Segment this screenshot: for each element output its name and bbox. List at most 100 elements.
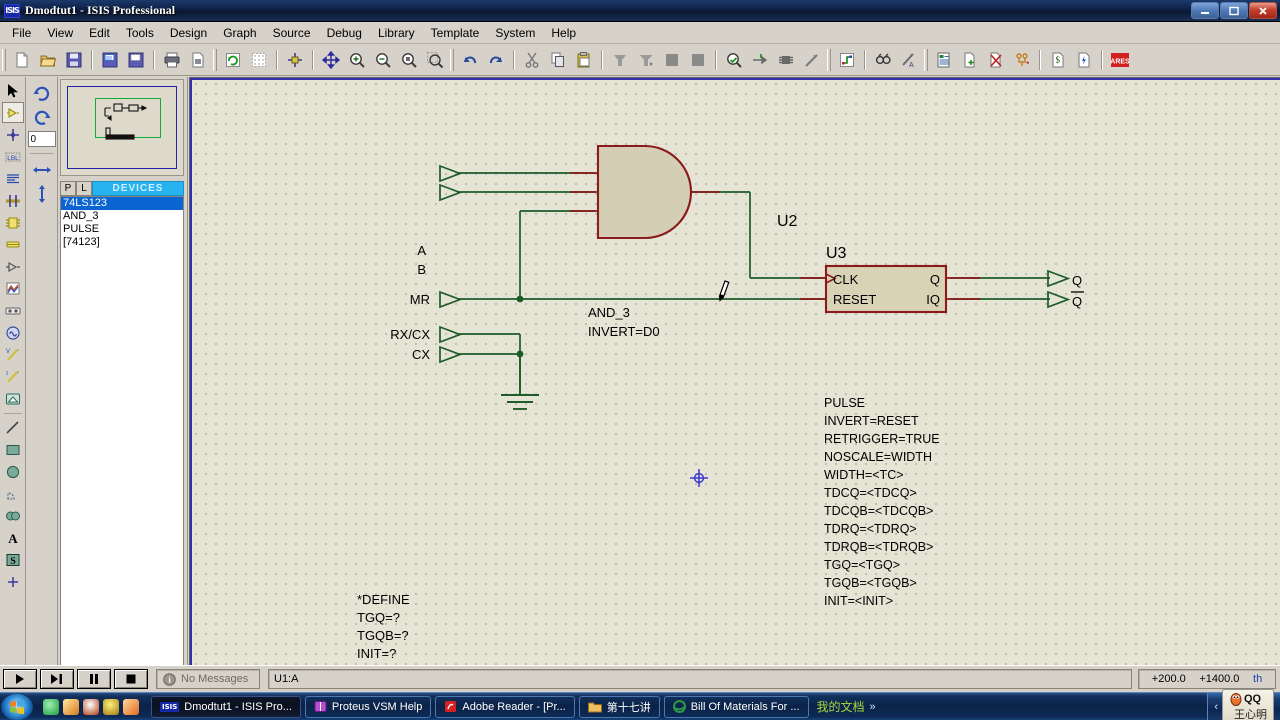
wire-label-mode-button[interactable]: LBL — [2, 146, 24, 167]
subcircuit-mode-button[interactable] — [2, 212, 24, 233]
toggle-grid-icon[interactable] — [247, 48, 271, 72]
menu-item-graph[interactable]: Graph — [215, 24, 264, 42]
qq-penguin-icon[interactable] — [83, 698, 99, 715]
goto-sheet-icon[interactable] — [1010, 48, 1034, 72]
buses-mode-button[interactable] — [2, 190, 24, 211]
taskbar-item-isis[interactable]: ISIS Dmodtut1 - ISIS Pro... — [151, 695, 301, 718]
preview-window[interactable] — [60, 79, 184, 176]
ground-symbol[interactable] — [501, 354, 539, 410]
block-move-icon[interactable] — [634, 48, 658, 72]
start-button[interactable] — [1, 693, 33, 720]
taskbar-item-mydocs[interactable]: 我的文档 » — [813, 698, 880, 715]
list-item[interactable]: AND_3 — [61, 210, 183, 223]
list-item[interactable]: PULSE — [61, 223, 183, 236]
pick-device-icon[interactable] — [722, 48, 746, 72]
menu-item-tools[interactable]: Tools — [118, 24, 162, 42]
device-pins-mode-button[interactable] — [2, 256, 24, 277]
folder-icon[interactable] — [123, 698, 139, 715]
new-sheet-icon[interactable] — [958, 48, 982, 72]
2d-symbol-mode-button[interactable]: S — [2, 549, 24, 570]
bill-of-materials-icon[interactable]: $ — [1046, 48, 1070, 72]
decompose-icon[interactable] — [800, 48, 824, 72]
design-explorer-icon[interactable] — [932, 48, 956, 72]
tray-user-button[interactable]: QQ 王心明 — [1222, 689, 1274, 720]
devices-list[interactable]: 74LS123 AND_3 PULSE [74123] — [60, 196, 184, 720]
step-button[interactable] — [40, 669, 74, 689]
taskbar-item-folder-cn[interactable]: 第十七讲 — [578, 695, 660, 718]
list-item[interactable]: 74LS123 — [61, 197, 183, 210]
redo-icon[interactable] — [484, 48, 508, 72]
new-file-icon[interactable] — [10, 48, 34, 72]
2d-box-mode-button[interactable] — [2, 439, 24, 460]
save-icon[interactable] — [62, 48, 86, 72]
taskbar-overflow-chevron[interactable]: » — [870, 701, 876, 713]
rotate-ccw-icon[interactable] — [29, 105, 55, 129]
ares-icon[interactable]: ARES — [1108, 48, 1132, 72]
schematic-canvas[interactable]: U2 AND_3 INVERT=D0 A B MR RX/CX CX U3 CL… — [189, 77, 1280, 665]
menu-item-template[interactable]: Template — [423, 24, 488, 42]
mirror-vertical-icon[interactable] — [29, 182, 55, 206]
list-item[interactable]: [74123] — [61, 236, 183, 249]
open-folder-icon[interactable] — [36, 48, 60, 72]
component-u2-and-gate[interactable] — [596, 144, 693, 240]
2d-arc-mode-button[interactable] — [2, 483, 24, 504]
property-assignment-icon[interactable]: A — [897, 48, 921, 72]
zoom-in-icon[interactable] — [345, 48, 369, 72]
origin-icon[interactable] — [283, 48, 307, 72]
selection-mode-button[interactable] — [2, 80, 24, 101]
block-copy-icon[interactable] — [608, 48, 632, 72]
toolbar-grip[interactable] — [2, 48, 6, 71]
taskbar-item-adobe-reader[interactable]: Adobe Reader - [Pr... — [435, 695, 575, 718]
voltage-probe-mode-button[interactable]: V — [2, 344, 24, 365]
2d-text-mode-button[interactable]: A — [2, 527, 24, 548]
packaging-tool-icon[interactable] — [774, 48, 798, 72]
generator-mode-button[interactable] — [2, 322, 24, 343]
zoom-area-icon[interactable] — [397, 48, 421, 72]
stop-button[interactable] — [114, 669, 148, 689]
maximize-button[interactable] — [1220, 2, 1248, 19]
menu-item-debug[interactable]: Debug — [319, 24, 370, 42]
wire-autorouter-icon[interactable] — [835, 48, 859, 72]
junction-dot-mode-button[interactable] — [2, 124, 24, 145]
pan-icon[interactable] — [319, 48, 343, 72]
current-probe-mode-button[interactable]: I — [2, 366, 24, 387]
close-button[interactable] — [1249, 2, 1277, 19]
library-button[interactable]: L — [76, 181, 92, 196]
menu-item-view[interactable]: View — [39, 24, 81, 42]
component-mode-button[interactable] — [1, 102, 24, 123]
electrical-rule-check-icon[interactable] — [1072, 48, 1096, 72]
menu-item-system[interactable]: System — [487, 24, 543, 42]
toolbar-grip[interactable] — [213, 48, 217, 71]
menu-item-help[interactable]: Help — [543, 24, 584, 42]
text-script-mode-button[interactable] — [2, 168, 24, 189]
2d-marker-mode-button[interactable] — [2, 571, 24, 592]
remove-sheet-icon[interactable] — [984, 48, 1008, 72]
2d-line-mode-button[interactable] — [2, 417, 24, 438]
terminals-mode-button[interactable] — [2, 234, 24, 255]
pick-device-button[interactable]: P — [60, 181, 76, 196]
messenger-icon[interactable] — [43, 698, 59, 715]
toolbar-grip[interactable] — [450, 48, 454, 71]
toolbar-grip[interactable] — [924, 48, 928, 71]
block-rotate-icon[interactable] — [660, 48, 684, 72]
menu-item-library[interactable]: Library — [370, 24, 423, 42]
import-section-icon[interactable] — [98, 48, 122, 72]
rotation-angle-input[interactable] — [27, 131, 56, 147]
undo-icon[interactable] — [458, 48, 482, 72]
copy-icon[interactable] — [546, 48, 570, 72]
tray-expand-chevron[interactable]: ‹ — [1214, 701, 1218, 713]
make-device-icon[interactable] — [748, 48, 772, 72]
play-button[interactable] — [3, 669, 37, 689]
message-area[interactable]: i No Messages — [156, 669, 260, 689]
zoom-all-icon[interactable] — [423, 48, 447, 72]
search-tag-icon[interactable] — [871, 48, 895, 72]
print-region-icon[interactable] — [186, 48, 210, 72]
virtual-instruments-mode-button[interactable] — [2, 388, 24, 409]
mirror-horizontal-icon[interactable] — [29, 158, 55, 182]
menu-item-source[interactable]: Source — [265, 24, 319, 42]
taskbar-item-bom[interactable]: Bill Of Materials For ... — [663, 695, 809, 718]
2d-circle-mode-button[interactable] — [2, 461, 24, 482]
2d-path-mode-button[interactable] — [2, 505, 24, 526]
taskbar-item-vsm-help[interactable]: Proteus VSM Help — [304, 695, 432, 718]
toolbar-grip[interactable] — [827, 48, 831, 71]
